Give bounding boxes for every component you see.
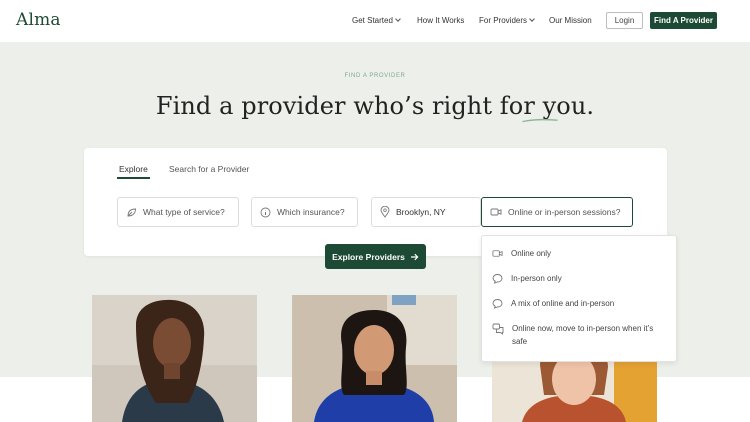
location-value: Brooklyn, NY	[396, 207, 446, 217]
tab-search-provider[interactable]: Search for a Provider	[169, 164, 249, 174]
chat-bubbles-icon	[492, 323, 504, 335]
speech-bubble-icon	[492, 298, 503, 309]
alma-logo[interactable]: Alma	[16, 10, 61, 30]
dropdown-option-label: A mix of online and in-person	[511, 299, 615, 308]
handwritten-underline-icon	[522, 118, 558, 123]
nav-for-providers[interactable]: For Providers	[479, 16, 535, 25]
nav-link-label: How It Works	[417, 16, 465, 25]
location-input[interactable]: Brooklyn, NY	[371, 197, 481, 227]
dropdown-option-label: In-person only	[511, 274, 562, 283]
map-pin-icon	[380, 206, 390, 218]
info-circle-icon	[260, 207, 271, 218]
session-placeholder: Online or in-person sessions?	[508, 207, 621, 217]
service-select[interactable]: What type of service?	[117, 197, 239, 227]
nav-get-started[interactable]: Get Started	[352, 16, 401, 25]
insurance-select[interactable]: Which insurance?	[251, 197, 358, 227]
nav-how-it-works[interactable]: How It Works	[417, 16, 464, 25]
tab-explore[interactable]: Explore	[119, 164, 148, 174]
eyebrow-label: FIND A PROVIDER	[344, 73, 406, 79]
page-title: Find a provider who’s right for you.	[155, 92, 595, 120]
nav-link-label: Our Mission	[549, 16, 592, 25]
leaf-icon	[126, 207, 137, 218]
chevron-down-icon	[395, 16, 401, 22]
nav-link-label: For Providers	[479, 16, 528, 25]
top-nav: Alma Get Started How It Works For Provid…	[0, 0, 750, 42]
explore-providers-button[interactable]: Explore Providers	[325, 244, 426, 269]
dropdown-option-label: Online only	[511, 249, 552, 258]
insurance-placeholder: Which insurance?	[277, 207, 345, 217]
service-placeholder: What type of service?	[143, 207, 225, 217]
dropdown-option-label: Online now, move to in-person when it’s …	[512, 324, 654, 346]
speech-bubble-icon	[492, 273, 503, 284]
session-type-select[interactable]: Online or in-person sessions?	[481, 197, 633, 227]
find-provider-button[interactable]: Find A Provider	[650, 12, 717, 29]
chevron-down-icon	[529, 16, 535, 22]
tab-active-indicator	[117, 177, 150, 179]
video-camera-icon	[490, 207, 502, 217]
dropdown-option-mix[interactable]: A mix of online and in-person	[492, 298, 661, 311]
nav-link-label: Get Started	[352, 16, 393, 25]
provider-photo[interactable]	[92, 295, 257, 422]
dropdown-option-online-only[interactable]: Online only	[492, 248, 661, 261]
explore-button-label: Explore Providers	[332, 251, 405, 262]
video-camera-icon	[492, 248, 503, 259]
dropdown-option-in-person-only[interactable]: In-person only	[492, 273, 661, 286]
provider-photo[interactable]	[292, 295, 457, 422]
login-button[interactable]: Login	[606, 12, 643, 29]
session-type-dropdown: Online only In-person only A mix of onli…	[481, 235, 677, 362]
arrow-right-icon	[410, 253, 419, 261]
nav-our-mission[interactable]: Our Mission	[549, 16, 592, 25]
dropdown-option-online-then-in-person[interactable]: Online now, move to in-person when it’s …	[492, 323, 662, 348]
